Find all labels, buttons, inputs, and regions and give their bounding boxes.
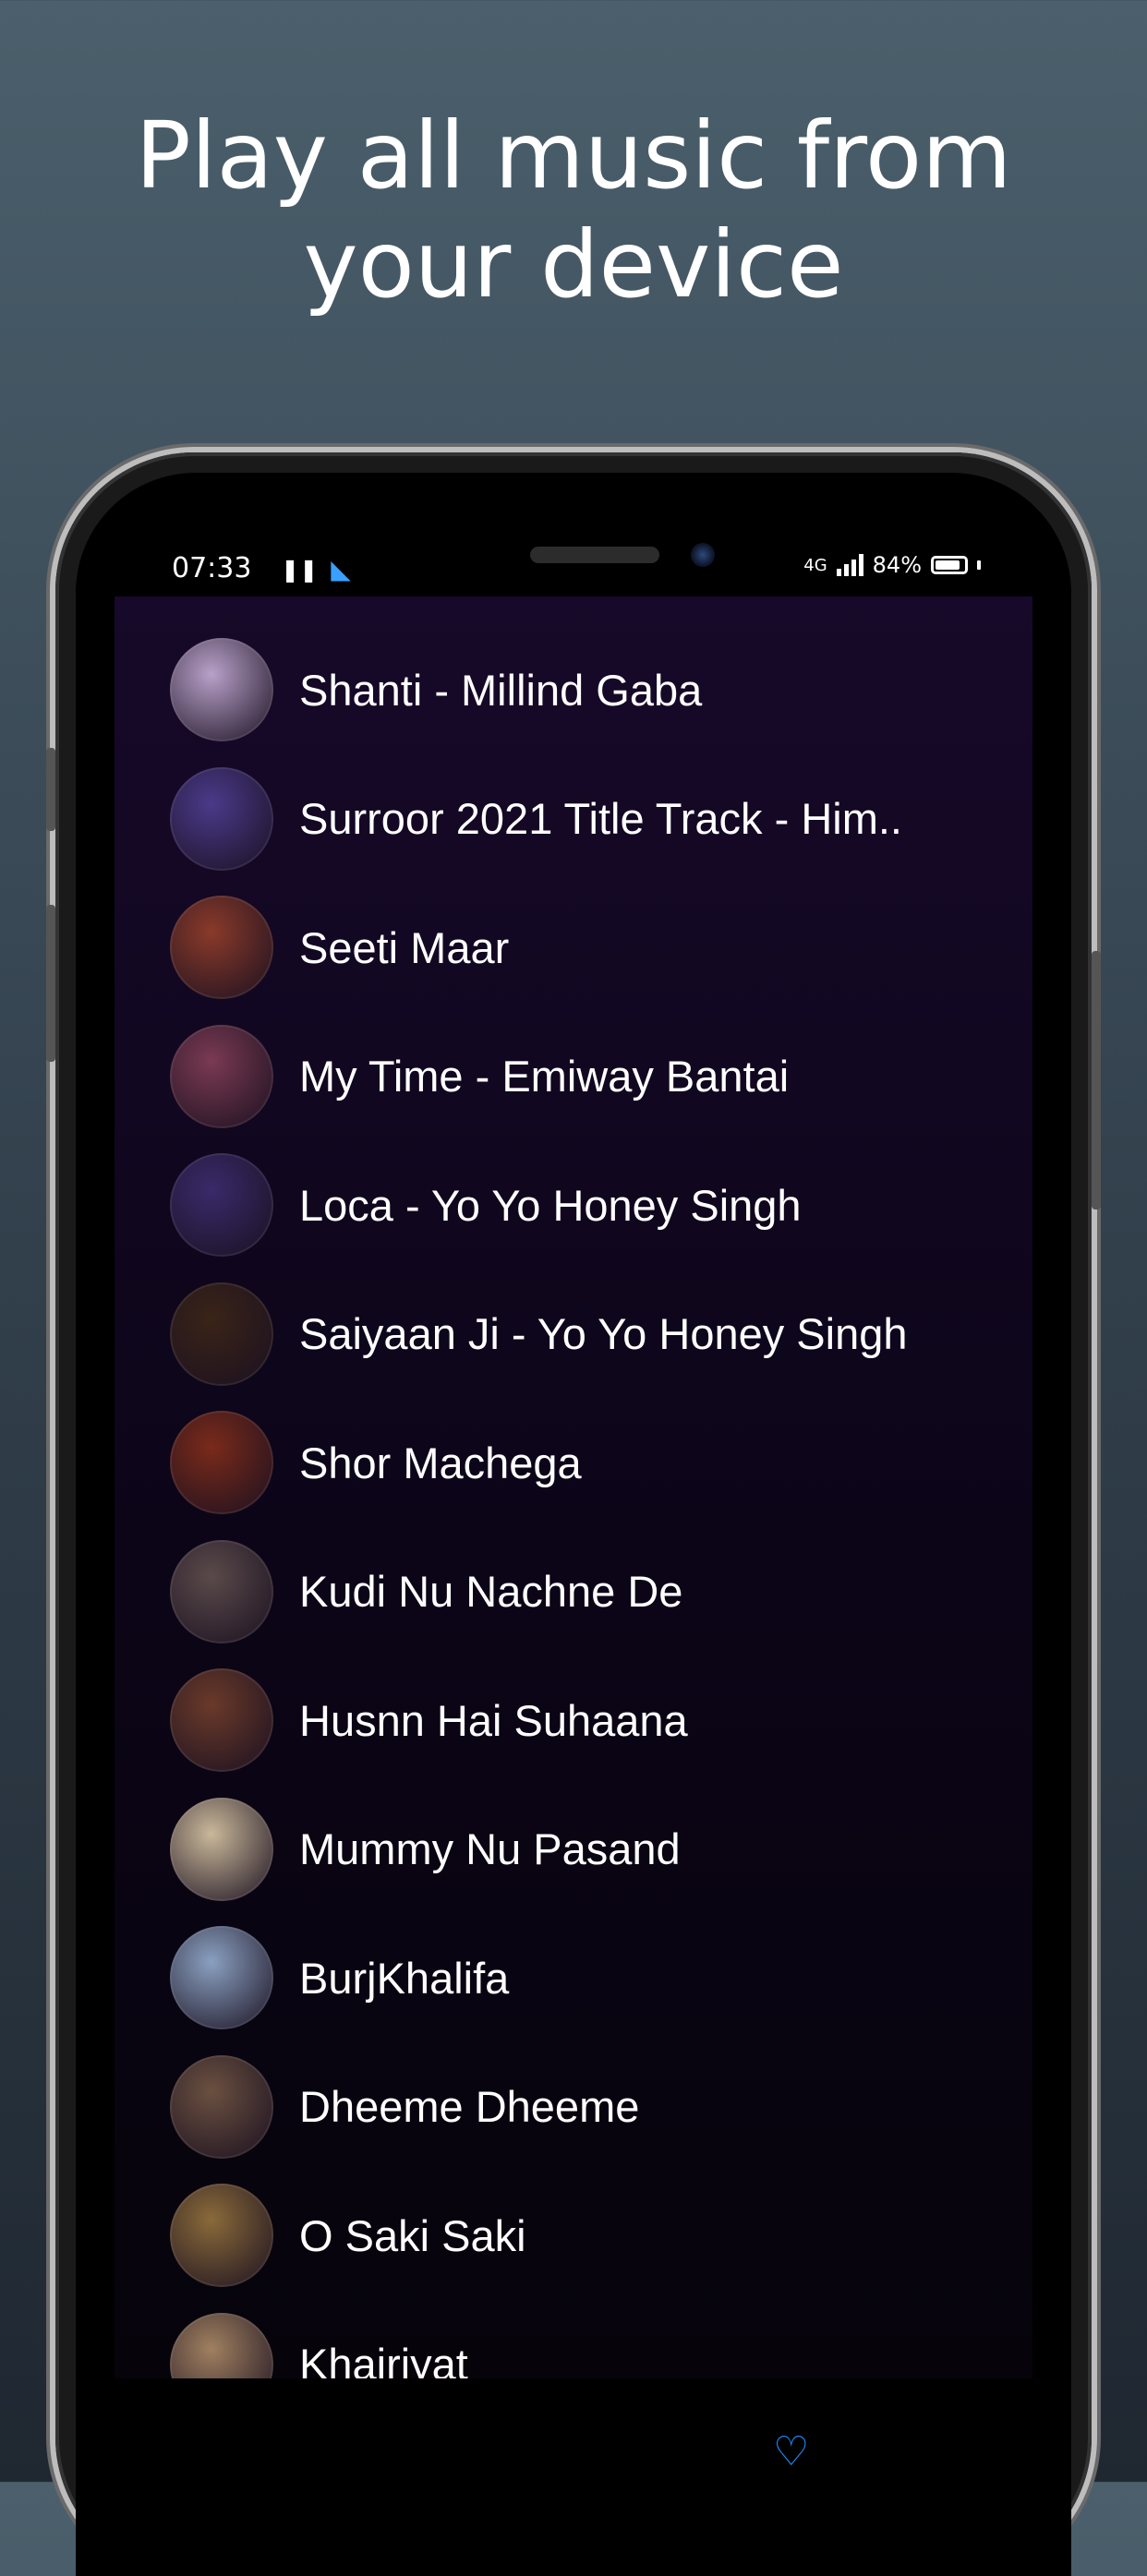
pause-icon: ❚❚ (281, 556, 319, 583)
headline: Play all music from your device (135, 102, 1012, 319)
song-row[interactable]: Mummy Nu Pasand (170, 1797, 1001, 1901)
song-row[interactable]: Seeti Maar (170, 896, 1001, 999)
volume-up-button (46, 748, 55, 831)
song-title: Kudi Nu Nachne De (299, 1567, 683, 1616)
song-row[interactable]: Kudi Nu Nachne De (170, 1539, 1001, 1643)
album-art (170, 1797, 273, 1901)
song-title: My Time - Emiway Bantai (299, 1052, 790, 1101)
song-row[interactable]: Surroor 2021 Title Track - Him.. (170, 766, 1001, 871)
song-row[interactable]: Shanti - Millind Gaba (170, 638, 1001, 741)
song-row[interactable]: O Saki Saki (170, 2184, 1001, 2287)
song-title: O Saki Saki (299, 2210, 526, 2260)
album-art (170, 1024, 273, 1128)
song-title: Saiyaan Ji - Yo Yo Honey Singh (299, 1309, 908, 1358)
app-notification-icon: ◣ (331, 554, 351, 584)
album-art (170, 1539, 273, 1643)
album-art (170, 766, 273, 871)
album-art (170, 2184, 273, 2287)
battery-icon (931, 556, 968, 574)
song-title: Shanti - Millind Gaba (299, 665, 703, 715)
bottom-nav-bar (115, 2378, 1032, 2482)
song-row[interactable]: Loca - Yo Yo Honey Singh (170, 1153, 1001, 1257)
song-row[interactable]: My Time - Emiway Bantai (170, 1024, 1001, 1128)
heart-icon[interactable]: ♡ (773, 2432, 828, 2473)
album-art (170, 1411, 273, 1514)
status-bar: 07:33 ❚❚ ◣ 4G 84% (115, 545, 1032, 596)
song-title: Mummy Nu Pasand (299, 1824, 681, 1873)
battery-tip (977, 560, 981, 570)
status-time: 07:33 (172, 552, 252, 584)
album-art (170, 2054, 273, 2159)
power-button (1092, 951, 1101, 1210)
song-title: Surroor 2021 Title Track - Him.. (299, 794, 902, 843)
album-art (170, 1153, 273, 1257)
battery-percent: 84% (872, 552, 922, 578)
app-screen: Shanti - Millind Gaba Surroor 2021 Title … (115, 596, 1032, 2482)
song-row[interactable]: Saiyaan Ji - Yo Yo Honey Singh (170, 1282, 1001, 1386)
status-right-icons: 4G 84% (803, 552, 981, 578)
album-art (170, 638, 273, 741)
album-art (170, 1926, 273, 2029)
song-row[interactable]: Shor Machega (170, 1411, 1001, 1514)
song-title: Seeti Maar (299, 922, 510, 972)
song-title: BurjKhalifa (299, 1953, 510, 2003)
status-notification-icons: ❚❚ ◣ (281, 554, 351, 584)
song-title: Shor Machega (299, 1438, 582, 1487)
song-row[interactable]: Dheeme Dheeme (170, 2054, 1001, 2159)
volume-down-button (46, 905, 55, 1062)
network-type: 4G (803, 555, 827, 575)
song-row[interactable]: BurjKhalifa (170, 1926, 1001, 2029)
song-title: Dheeme Dheeme (299, 2082, 640, 2131)
song-title: Loca - Yo Yo Honey Singh (299, 1180, 802, 1230)
song-title: Husnn Hai Suhaana (299, 1695, 688, 1745)
album-art (170, 1282, 273, 1386)
album-art (170, 1668, 273, 1772)
signal-icon (836, 554, 863, 576)
album-art (170, 896, 273, 999)
song-row[interactable]: Husnn Hai Suhaana (170, 1668, 1001, 1772)
